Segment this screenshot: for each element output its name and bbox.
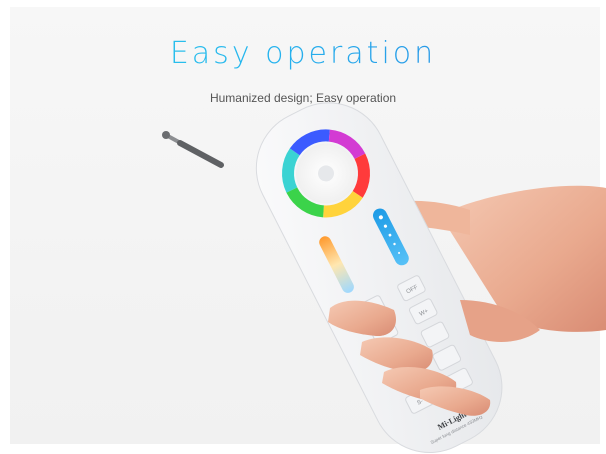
product-photo: OFF W+ W- M ON S- Mi·Light Super long di… xyxy=(162,102,606,453)
antenna xyxy=(162,131,224,168)
